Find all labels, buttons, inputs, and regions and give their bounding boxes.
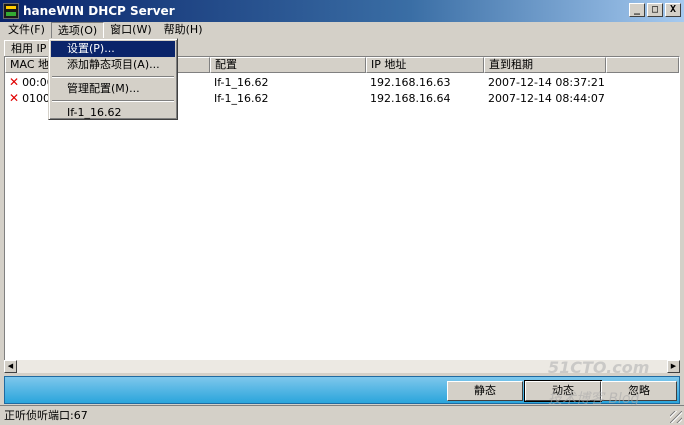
menu-separator [52, 76, 174, 78]
resize-grip-icon[interactable] [670, 411, 682, 423]
menu-separator [52, 100, 174, 102]
window-controls: _ □ X [627, 3, 681, 17]
close-button[interactable]: X [665, 3, 681, 17]
menu-window[interactable]: 窗口(W) [104, 22, 157, 39]
title-bar[interactable]: haneWIN DHCP Server _ □ X [0, 0, 684, 22]
cell-ip: 192.168.16.64 [370, 91, 451, 105]
minimize-button[interactable]: _ [629, 3, 645, 17]
options-dropdown: 设置(P)... 添加静态项目(A)... 管理配置(M)... If-1_16… [48, 38, 178, 120]
cell-ip: 192.168.16.63 [370, 75, 451, 89]
menu-item-settings[interactable]: 设置(P)... [51, 41, 175, 57]
cell-until: 2007-12-14 08:37:21 [488, 75, 605, 89]
watermark-logo: 51CTO.com [548, 358, 650, 377]
column-config[interactable]: 配置 [210, 57, 366, 73]
menu-item-add-static[interactable]: 添加静态项目(A)... [51, 57, 175, 73]
error-x-icon: ✕ [9, 91, 20, 105]
menu-options[interactable]: 选项(O) [50, 22, 105, 39]
column-filler [606, 57, 679, 73]
maximize-button[interactable]: □ [647, 3, 663, 17]
window-title: haneWIN DHCP Server [23, 4, 175, 18]
column-until[interactable]: 直到租期 [484, 57, 606, 73]
menu-bar: 文件(F) 选项(O) 窗口(W) 帮助(H) [0, 22, 684, 39]
menu-help[interactable]: 帮助(H) [158, 22, 209, 39]
app-icon [3, 3, 19, 19]
error-x-icon: ✕ [9, 75, 20, 89]
status-text: 正听侦听端口:67 [4, 409, 88, 422]
menu-item-manage-config[interactable]: 管理配置(M)... [51, 81, 175, 97]
cell-config: If-1_16.62 [214, 91, 269, 105]
status-bar: 正听侦听端口:67 [0, 405, 684, 425]
cell-until: 2007-12-14 08:44:07 [488, 91, 605, 105]
menu-item-config-if[interactable]: If-1_16.62 [51, 105, 175, 121]
menu-file[interactable]: 文件(F) [2, 22, 51, 39]
scroll-right-icon[interactable]: ▶ [667, 360, 680, 373]
static-button[interactable]: 静态 [447, 381, 523, 401]
cell-config: If-1_16.62 [214, 75, 269, 89]
scroll-left-icon[interactable]: ◀ [4, 360, 17, 373]
column-ip[interactable]: IP 地址 [366, 57, 484, 73]
